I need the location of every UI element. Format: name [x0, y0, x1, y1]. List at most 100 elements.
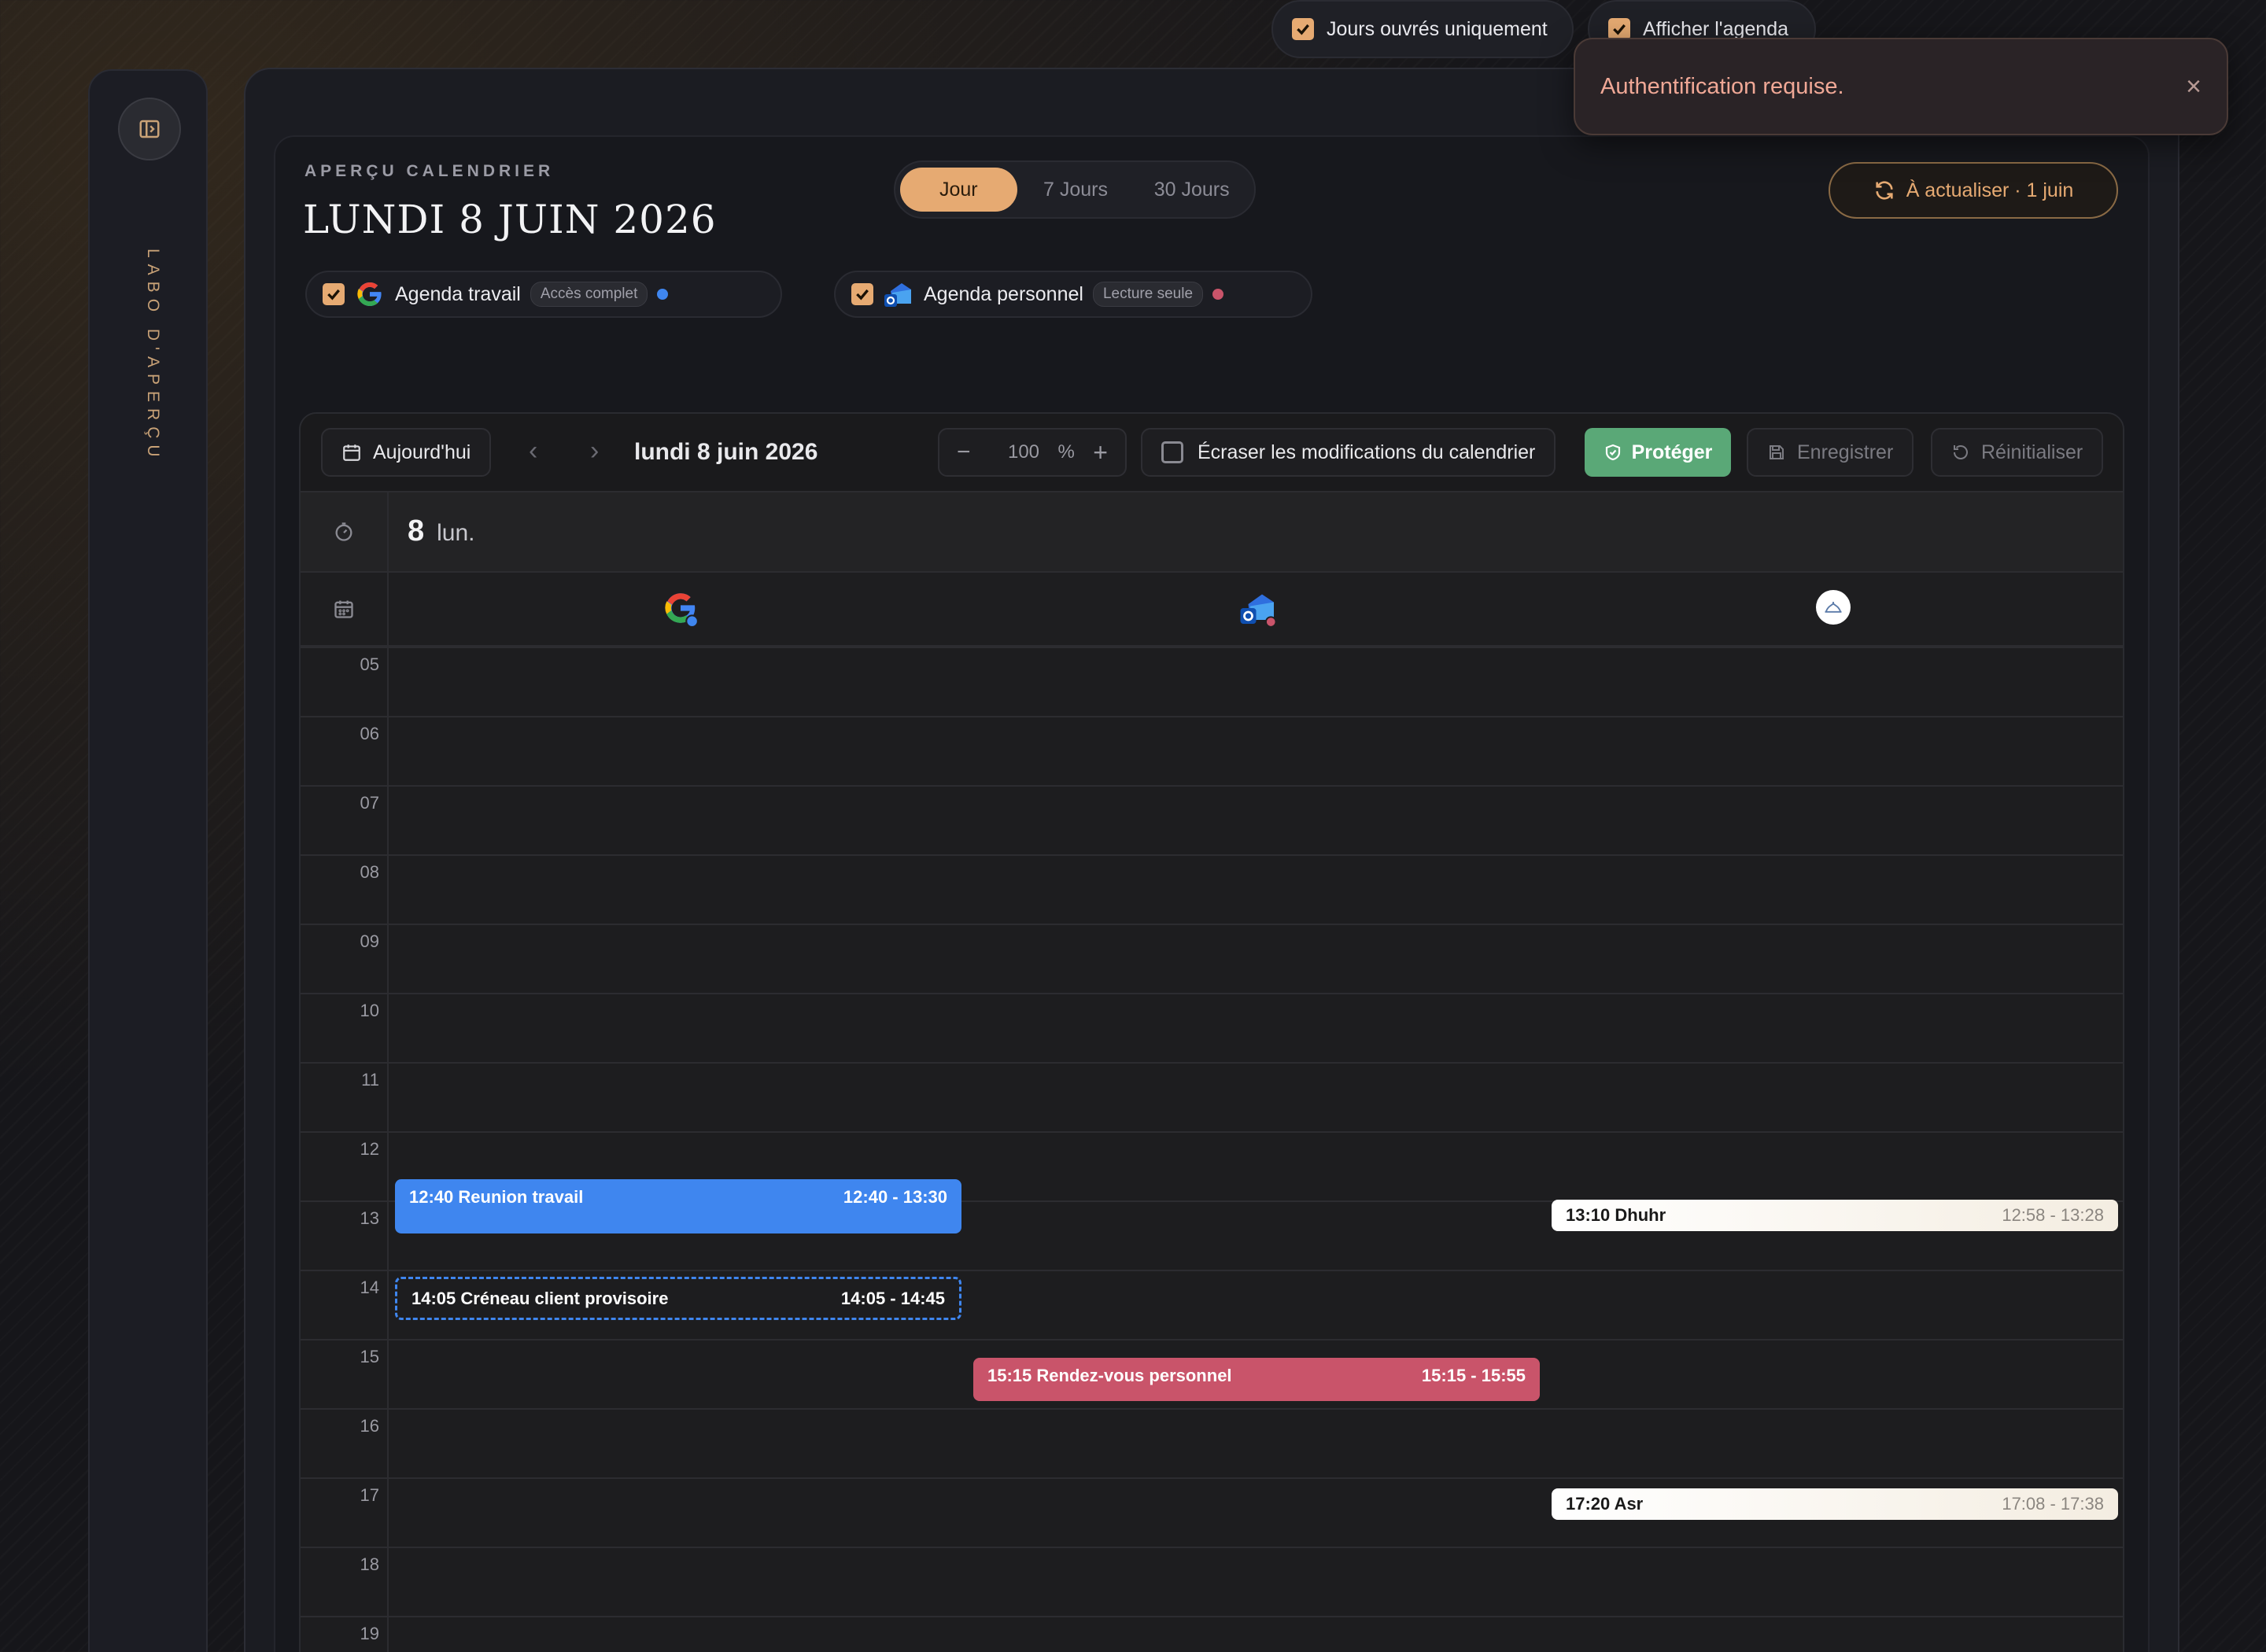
- overwrite-label: Écraser les modifications du calendrier: [1198, 441, 1536, 463]
- event-time: 15:15 - 15:55: [1421, 1366, 1526, 1385]
- hour-row[interactable]: 05: [301, 647, 2123, 716]
- calendar-event[interactable]: 12:40 Reunion travail 12:40 - 13:30: [395, 1178, 961, 1233]
- reset-button[interactable]: Réinitialiser: [1931, 428, 2104, 477]
- zoom-control: − 100 % +: [938, 428, 1127, 477]
- prev-day-button[interactable]: ‹: [529, 436, 537, 466]
- calendar-personal-checkbox[interactable]: [851, 283, 873, 305]
- workdays-checkbox[interactable]: [1292, 18, 1314, 40]
- calendar-event[interactable]: 13:10 Dhuhr 12:58 - 13:28: [1552, 1200, 2118, 1232]
- protect-label: Protéger: [1631, 441, 1713, 463]
- zoom-out-button[interactable]: −: [957, 439, 971, 466]
- calendar-panel: Aujourd'hui ‹ › lundi 8 juin 2026 − 100 …: [299, 412, 2124, 1652]
- overwrite-checkbox[interactable]: [1161, 441, 1183, 463]
- hour-label: 13: [360, 1208, 379, 1228]
- reset-label: Réinitialiser: [1981, 441, 2083, 463]
- hour-label: 15: [360, 1347, 379, 1366]
- view-day-button[interactable]: Jour: [900, 168, 1017, 212]
- refresh-label: À actualiser · 1 juin: [1906, 179, 2074, 201]
- hour-row[interactable]: 19: [301, 1616, 2123, 1652]
- hour-label: 18: [360, 1554, 379, 1574]
- protect-button[interactable]: Protéger: [1585, 428, 1731, 477]
- hour-label: 09: [360, 931, 379, 951]
- day-number: 8: [408, 514, 425, 548]
- shield-icon: [1605, 444, 1620, 461]
- hour-row[interactable]: 07: [301, 785, 2123, 854]
- today-button[interactable]: Aujourd'hui: [321, 428, 492, 477]
- auth-toast: Authentification requise. ×: [1574, 38, 2228, 135]
- check-icon: [1613, 24, 1626, 35]
- calendar-work-name: Agenda travail: [395, 282, 521, 305]
- mosque-icon: [1825, 602, 1842, 613]
- day-header: 8 lun.: [301, 492, 2123, 573]
- outlook-icon: [884, 283, 911, 307]
- calendar-personal-name: Agenda personnel: [924, 282, 1083, 305]
- hour-label: 16: [360, 1416, 379, 1436]
- calendar-work-checkbox[interactable]: [323, 283, 345, 305]
- close-icon[interactable]: ×: [2186, 72, 2201, 102]
- workdays-toggle[interactable]: Jours ouvrés uniquement: [1271, 0, 1574, 58]
- view-30-days-button[interactable]: 30 Jours: [1134, 168, 1249, 212]
- zoom-unit: %: [1057, 441, 1075, 463]
- day-heading[interactable]: 8 lun.: [408, 514, 475, 548]
- zoom-value[interactable]: 100: [1008, 441, 1039, 463]
- calendar-event[interactable]: 14:05 Créneau client provisoire 14:05 - 1…: [395, 1277, 961, 1320]
- outlook-icon: [1240, 594, 1277, 628]
- save-button[interactable]: Enregistrer: [1747, 428, 1914, 477]
- calendar-chip-personal[interactable]: Agenda personnel Lecture seule: [834, 271, 1312, 318]
- sidebar: Labo d'aperçu: [88, 69, 208, 1652]
- day-weekday: lun.: [437, 520, 475, 546]
- reset-icon: [1954, 445, 1968, 459]
- timezone-cell: [301, 492, 389, 571]
- view-switch: Jour 7 Jours 30 Jours: [894, 160, 1256, 219]
- calendar-toolbar: Aujourd'hui ‹ › lundi 8 juin 2026 − 100 …: [301, 414, 2123, 492]
- page-title: LUNDI 8 JUIN 2026: [303, 197, 717, 242]
- hour-label: 07: [360, 793, 379, 813]
- view-7-days-button[interactable]: 7 Jours: [1017, 168, 1135, 212]
- hour-row[interactable]: 09: [301, 924, 2123, 993]
- refresh-button[interactable]: À actualiser · 1 juin: [1829, 162, 2118, 219]
- stopwatch-icon: [335, 522, 352, 541]
- event-title: 13:10 Dhuhr: [1566, 1205, 1666, 1226]
- zoom-in-button[interactable]: +: [1093, 438, 1108, 467]
- personal-calendar-column-icon: [1238, 588, 1278, 632]
- calendar-event[interactable]: 15:15 Rendez-vous personnel 15:15 - 15:55: [973, 1358, 1540, 1401]
- overwrite-toggle[interactable]: Écraser les modifications du calendrier: [1141, 428, 1556, 477]
- toast-message: Authentification requise.: [1600, 73, 1844, 99]
- hour-row[interactable]: 08: [301, 854, 2123, 924]
- hour-label: 11: [361, 1070, 379, 1090]
- prayer-calendar-column-icon: [1816, 590, 1851, 625]
- event-time: 12:58 - 13:28: [2002, 1205, 2104, 1226]
- hour-row[interactable]: 10: [301, 993, 2123, 1062]
- current-date-label: lundi 8 juin 2026: [634, 439, 818, 465]
- save-icon: [1770, 445, 1784, 459]
- show-agenda-checkbox[interactable]: [1608, 18, 1630, 40]
- event-time: 14:05 - 14:45: [840, 1288, 945, 1308]
- event-time: 12:40 - 13:30: [843, 1186, 947, 1207]
- refresh-icon: [1876, 181, 1893, 200]
- time-grid[interactable]: 05 06 07 08 09 10 11 12 13 14 15 16 17 18 19 12:40 Reun…: [301, 647, 2123, 1652]
- check-icon: [856, 289, 869, 301]
- hour-row[interactable]: 11: [301, 1062, 2123, 1131]
- calendar-chip-work[interactable]: Agenda travail Accès complet: [305, 271, 782, 318]
- calendar-color-dot: [1212, 289, 1224, 300]
- hour-label: 14: [360, 1278, 379, 1297]
- panel-toggle-icon: [139, 120, 160, 138]
- event-time: 17:08 - 17:38: [2002, 1493, 2104, 1514]
- hour-row[interactable]: 16: [301, 1408, 2123, 1477]
- access-badge: Accès complet: [530, 282, 648, 307]
- hour-row[interactable]: 18: [301, 1547, 2123, 1616]
- workdays-label: Jours ouvrés uniquement: [1327, 17, 1548, 40]
- hour-row[interactable]: 06: [301, 716, 2123, 785]
- event-title: 14:05 Créneau client provisoire: [411, 1288, 669, 1308]
- sidebar-toggle-button[interactable]: [118, 98, 181, 160]
- calendar-icon: [334, 600, 353, 618]
- next-day-button[interactable]: ›: [590, 436, 599, 466]
- calendar-color-dot: [657, 289, 669, 300]
- calendar-icon: [343, 444, 360, 461]
- event-title: 17:20 Asr: [1566, 1493, 1644, 1514]
- hour-label: 19: [360, 1624, 379, 1643]
- calendar-event[interactable]: 17:20 Asr 17:08 - 17:38: [1552, 1488, 2118, 1520]
- hour-label: 17: [360, 1485, 379, 1505]
- sidebar-title: Labo d'aperçu: [144, 249, 162, 463]
- check-icon: [327, 289, 340, 301]
